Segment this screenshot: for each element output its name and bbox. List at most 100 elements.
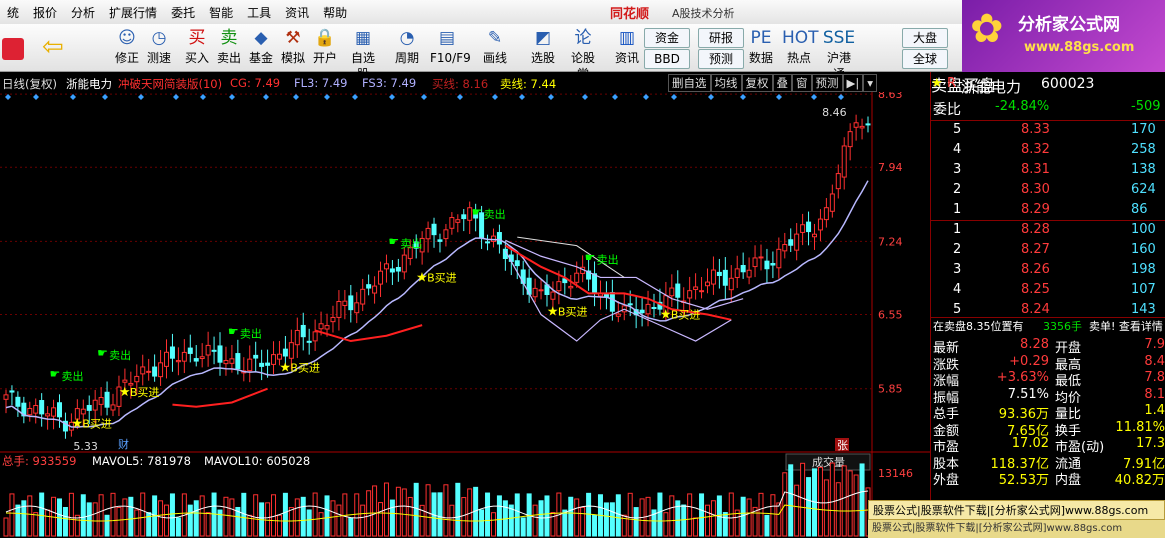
- menu-item-2[interactable]: 分析: [64, 4, 102, 21]
- stock-name: 浙能电力: [961, 78, 1022, 96]
- price-chart[interactable]: 8.637.947.246.555.85★ B买进★ B买进★ B买进★ B买进★ B买进…: [0, 92, 930, 538]
- chart-menu-icon[interactable]: ▾: [863, 74, 877, 92]
- bid-level: 1: [953, 222, 962, 237]
- favorite-star-icon: ★: [931, 76, 943, 91]
- toolbar-button-10[interactable]: ▤ F10/F9: [430, 26, 471, 70]
- toolbar-small-3[interactable]: 预测: [698, 49, 744, 69]
- chart-tool-5[interactable]: 预测: [811, 74, 843, 92]
- toolbar-button-4[interactable]: 卖卖出: [212, 26, 246, 70]
- candle: [383, 263, 389, 270]
- period-label[interactable]: 日线(复权): [2, 76, 57, 92]
- bid-price: 8.27: [1021, 242, 1050, 257]
- toolbar-button-16[interactable]: HOT 热点: [782, 26, 819, 70]
- toolbar-button-3[interactable]: 买买入: [180, 26, 214, 70]
- candle: [704, 281, 710, 287]
- indicator-name[interactable]: 冲破天网简装版(10): [118, 76, 222, 92]
- candle: [693, 286, 699, 290]
- toolbar-button-12[interactable]: ◩ 选股: [526, 26, 560, 70]
- toolbar-button-2[interactable]: ◷ 测速: [142, 26, 176, 70]
- candle: [193, 358, 199, 362]
- ad-banner[interactable]: 股票公式|股票软件下载|[分析家公式网]www.88gs.com: [868, 500, 1165, 520]
- volume-bar: [104, 514, 110, 537]
- toolbar-small-1[interactable]: 研报: [698, 28, 744, 48]
- sell-hand-icon: ☛: [472, 205, 483, 219]
- stock-header: ★ R 浙能电力 600023: [931, 76, 1165, 96]
- menu-item-4[interactable]: 委托: [164, 4, 202, 21]
- toolbar-small-4[interactable]: 大盘: [902, 28, 948, 48]
- ask-volume: 624: [1131, 182, 1156, 197]
- toolbar-button-11[interactable]: ✎ 画线: [478, 26, 512, 70]
- volume-bar: [740, 496, 746, 537]
- toolbar-label-4: 卖出: [216, 51, 241, 65]
- toolbar-small-0[interactable]: 资金: [644, 28, 690, 48]
- volume-bar: [318, 512, 324, 537]
- candle: [401, 254, 407, 273]
- bid-price: 8.26: [1021, 262, 1050, 277]
- site-logo: ✿ 分析家公式网 www.88gs.com: [962, 0, 1165, 72]
- toolbar-button-8[interactable]: ▦自选股: [346, 26, 380, 81]
- candle: [728, 277, 734, 291]
- toolbar-button-9[interactable]: ◔ 周期: [390, 26, 424, 70]
- candle: [217, 345, 223, 363]
- volume-bar: [116, 507, 122, 537]
- ask-price: 8.32: [1021, 142, 1050, 157]
- quote-value-2: 7.8: [1144, 370, 1165, 385]
- toolbar-small-5[interactable]: 全球: [902, 49, 948, 69]
- ad-banner-2[interactable]: 股票公式|股票软件下载|[分析家公式网]www.88gs.com: [868, 520, 1165, 538]
- menu-item-7[interactable]: 资讯: [278, 4, 316, 21]
- candle: [110, 404, 116, 411]
- menu-item-3[interactable]: 扩展行情: [102, 4, 164, 21]
- toolbar-button-13[interactable]: 论论股堂: [566, 26, 600, 81]
- toolbar-button-14[interactable]: ▥ 资讯: [610, 26, 644, 70]
- candle: [158, 362, 164, 378]
- volume-bar: [853, 474, 859, 537]
- menu-item-5[interactable]: 智能: [202, 4, 240, 21]
- chart-next-icon[interactable]: ▶|: [842, 74, 864, 92]
- toolbar-icon-16: HOT: [782, 28, 819, 48]
- chart-tool-2[interactable]: 复权: [741, 74, 773, 92]
- toolbar-small-2[interactable]: BBD: [644, 49, 690, 69]
- toolbar-icon-3: 买: [188, 28, 206, 48]
- volume-bar: [544, 495, 550, 537]
- toolbar-button-17[interactable]: SSE沪港通: [822, 26, 856, 81]
- toolbar-button-1[interactable]: ☺ 修正: [110, 26, 144, 70]
- volume-bar: [746, 498, 752, 537]
- candle: [271, 354, 277, 365]
- sell-hand-icon: ☛: [50, 367, 61, 381]
- home-red-icon[interactable]: [2, 38, 24, 60]
- candle: [740, 265, 746, 273]
- toolbar-button-6[interactable]: ⚒ 模拟: [276, 26, 310, 70]
- candle: [51, 407, 57, 417]
- zhang-marker[interactable]: 张: [837, 439, 848, 452]
- toolbar-button-7[interactable]: 🔒 开户: [308, 26, 342, 70]
- candle: [27, 407, 33, 416]
- cai-marker[interactable]: 财: [118, 437, 129, 451]
- candle: [687, 290, 693, 299]
- toolbar-button-15[interactable]: PE 数据: [744, 26, 778, 70]
- volume-bar: [45, 509, 51, 537]
- chart-tool-1[interactable]: 均线: [710, 74, 742, 92]
- buy-line-value: 买线: 8.16: [432, 77, 489, 91]
- menu-item-1[interactable]: 报价: [26, 4, 64, 21]
- toolbar-icon-13: 论: [574, 28, 592, 48]
- candle: [829, 193, 835, 212]
- menu-item-6[interactable]: 工具: [240, 4, 278, 21]
- volume-bar: [169, 493, 175, 537]
- volume-bar: [609, 502, 615, 537]
- back-button[interactable]: ⇦: [42, 34, 70, 62]
- volume-bar: [199, 495, 205, 537]
- volume-bar: [413, 482, 419, 537]
- toolbar-button-5[interactable]: ◆ 基金: [244, 26, 278, 70]
- menu-item-0[interactable]: 统: [0, 4, 26, 21]
- brand-logo: 同花顺: [610, 7, 650, 22]
- high-annotation: 8.46: [822, 106, 847, 119]
- y-tick-label: 7.94: [878, 161, 903, 174]
- menu-item-8[interactable]: 帮助: [316, 4, 354, 21]
- volume-bar: [800, 462, 806, 537]
- chart-tool-3[interactable]: 叠: [772, 74, 792, 92]
- candle: [342, 300, 348, 306]
- candle: [324, 325, 330, 330]
- chart-tool-4[interactable]: 窗: [792, 74, 812, 92]
- chart-tool-0[interactable]: 删自选: [668, 74, 711, 92]
- candle: [615, 313, 621, 317]
